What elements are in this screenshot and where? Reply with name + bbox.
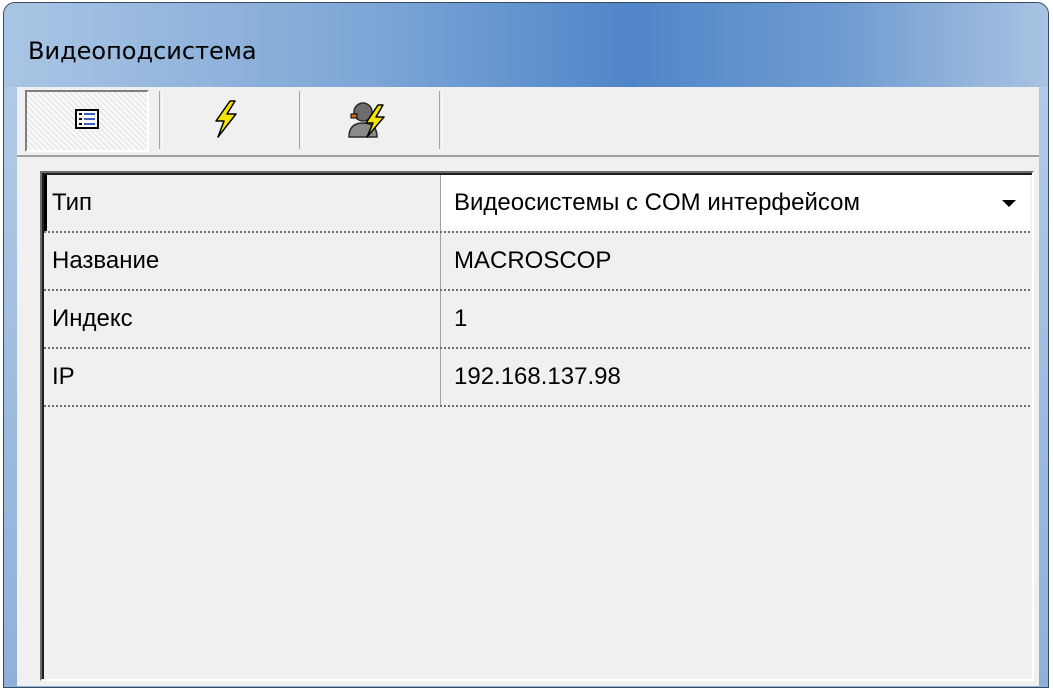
title-bar[interactable]: Видеоподсистема — [4, 3, 1048, 87]
property-row-type[interactable]: Тип Видеосистемы с COM интерфейсом — [44, 175, 1030, 233]
property-label: Индекс — [52, 305, 133, 332]
lightning-icon — [210, 100, 240, 142]
properties-list-icon — [75, 109, 99, 133]
property-value[interactable]: Видеосистемы с COM интерфейсом — [454, 175, 860, 231]
property-row-index[interactable]: Индекс 1 — [44, 291, 1030, 349]
window-title: Видеоподсистема — [28, 37, 257, 65]
properties-tab-button[interactable] — [25, 90, 149, 152]
events-tab-button[interactable] — [163, 90, 287, 152]
client-area: Тип Видеосистемы с COM интерфейсом Назва… — [17, 87, 1039, 686]
toolbar-separator — [299, 91, 303, 149]
property-value[interactable]: 1 — [454, 291, 467, 347]
property-value[interactable]: 192.168.137.98 — [454, 349, 621, 405]
property-label: Название — [52, 247, 160, 274]
property-value[interactable]: MACROSCOP — [454, 233, 611, 289]
window: Видеоподсистема Тип Видеосистемы с COM и… — [3, 2, 1049, 688]
toolbar — [17, 87, 1039, 157]
property-row-name[interactable]: Название MACROSCOP — [44, 233, 1030, 291]
user-lightning-icon — [346, 99, 388, 143]
toolbar-separator — [439, 91, 443, 149]
property-row-ip[interactable]: IP 192.168.137.98 — [44, 349, 1030, 407]
property-label: IP — [52, 363, 75, 390]
chevron-down-icon[interactable] — [1002, 200, 1016, 207]
property-grid: Тип Видеосистемы с COM интерфейсом Назва… — [40, 171, 1034, 681]
property-label: Тип — [44, 175, 92, 231]
user-events-tab-button[interactable] — [305, 90, 429, 152]
